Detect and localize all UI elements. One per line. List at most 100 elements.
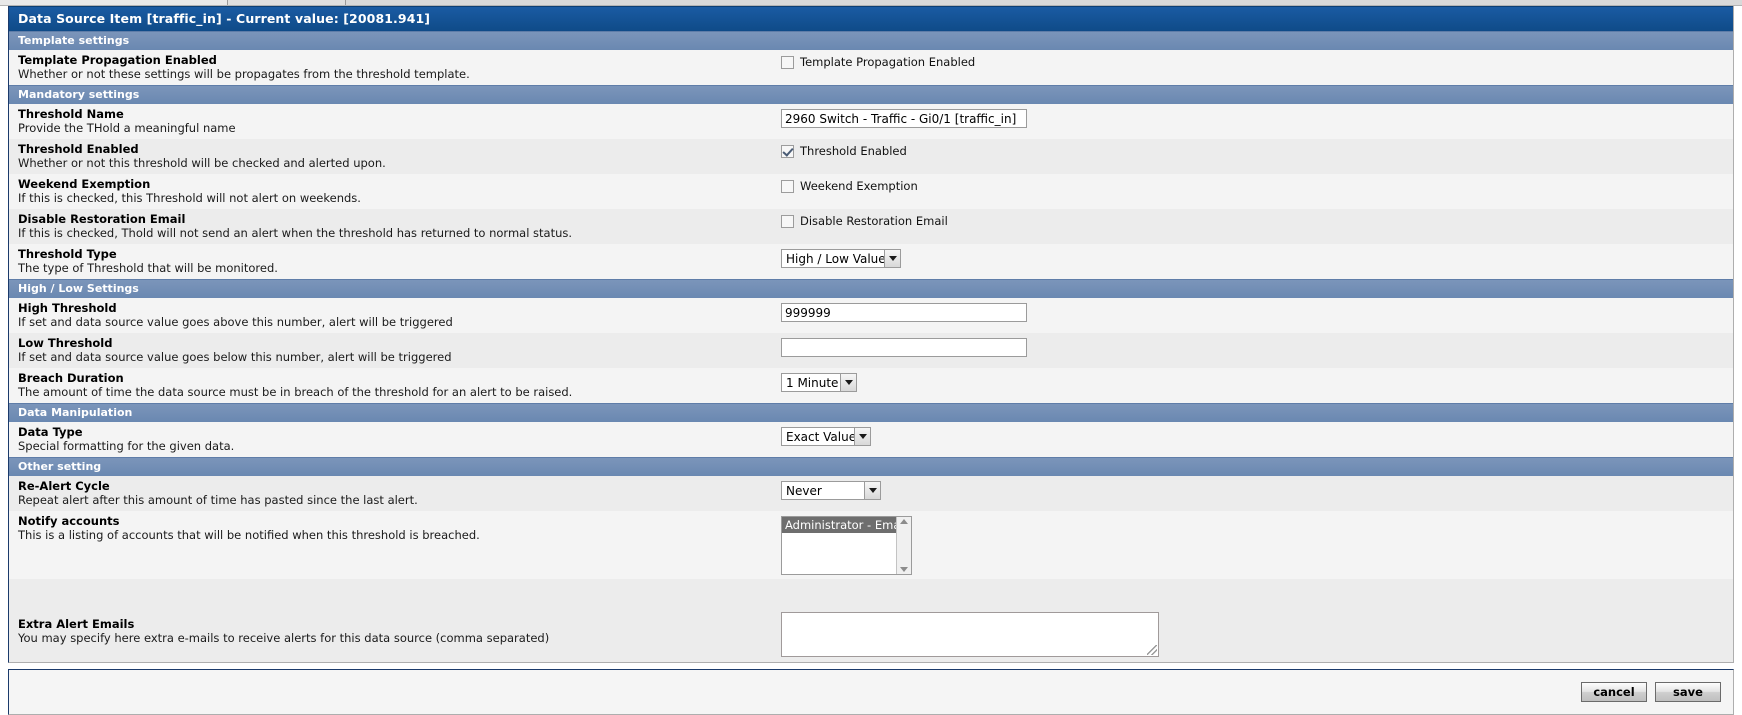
low-threshold-input[interactable] — [781, 338, 1027, 357]
label-threshold-enabled: Threshold Enabled Whether or not this th… — [9, 139, 781, 174]
checkbox-disable-restoration-email-box[interactable] — [781, 214, 794, 228]
label-high-threshold-title: High Threshold — [18, 301, 117, 315]
field-template-propagation: Template Propagation Enabled — [781, 50, 1733, 73]
label-extra-alert-emails-desc: You may specify here extra e-mails to re… — [18, 631, 550, 645]
row-threshold-enabled: Threshold Enabled Whether or not this th… — [9, 139, 1733, 174]
re-alert-cycle-select-value: Never — [786, 484, 822, 498]
checkbox-template-propagation-label: Template Propagation Enabled — [800, 55, 976, 69]
checkbox-weekend-exemption-box[interactable] — [781, 179, 794, 193]
label-re-alert-cycle-desc: Repeat alert after this amount of time h… — [18, 493, 418, 507]
row-weekend-exemption: Weekend Exemption If this is checked, th… — [9, 174, 1733, 209]
label-re-alert-cycle-title: Re-Alert Cycle — [18, 479, 110, 493]
section-header-template-settings: Template settings — [9, 31, 1733, 50]
checkbox-template-propagation-box[interactable] — [781, 55, 794, 69]
label-low-threshold-title: Low Threshold — [18, 336, 113, 350]
label-breach-duration-title: Breach Duration — [18, 371, 124, 385]
spacer-field-cell — [781, 579, 1733, 588]
checkbox-threshold-enabled-box[interactable] — [781, 144, 794, 158]
field-data-type: Exact Value — [781, 422, 1733, 450]
label-disable-restoration-email-desc: If this is checked, Thold will not send … — [18, 226, 573, 240]
chevron-down-icon[interactable] — [854, 428, 870, 445]
row-re-alert-cycle: Re-Alert Cycle Repeat alert after this a… — [9, 476, 1733, 511]
notify-accounts-listbox[interactable]: Administrator - Email — [781, 516, 912, 575]
row-breach-duration: Breach Duration The amount of time the d… — [9, 368, 1733, 403]
label-threshold-type: Threshold Type The type of Threshold tha… — [9, 244, 781, 279]
field-threshold-name — [781, 104, 1733, 132]
label-template-propagation-desc: Whether or not these settings will be pr… — [18, 67, 470, 81]
label-template-propagation: Template Propagation Enabled Whether or … — [9, 50, 781, 85]
section-header-other-setting: Other setting — [9, 457, 1733, 476]
high-threshold-input[interactable] — [781, 303, 1027, 322]
label-high-threshold: High Threshold If set and data source va… — [9, 298, 781, 333]
row-disable-restoration-email: Disable Restoration Email If this is che… — [9, 209, 1733, 244]
label-extra-alert-emails-title: Extra Alert Emails — [18, 617, 135, 631]
breach-duration-select[interactable]: 1 Minute — [781, 373, 857, 392]
resize-grip-icon[interactable] — [1147, 645, 1157, 655]
checkbox-disable-restoration-email[interactable]: Disable Restoration Email — [781, 214, 948, 228]
re-alert-cycle-select[interactable]: Never — [781, 481, 881, 500]
spacer-label-cell — [9, 579, 781, 587]
row-low-threshold: Low Threshold If set and data source val… — [9, 333, 1733, 368]
checkbox-threshold-enabled[interactable]: Threshold Enabled — [781, 144, 907, 158]
label-notify-accounts-desc: This is a listing of accounts that will … — [18, 528, 480, 542]
section-header-mandatory-settings-label: Mandatory settings — [18, 88, 140, 101]
list-item[interactable]: Administrator - Email — [782, 517, 896, 533]
page-title-text: Data Source Item [traffic_in] - Current … — [18, 11, 431, 26]
row-spacer — [9, 579, 1733, 606]
notify-accounts-scrollbar[interactable] — [896, 517, 911, 574]
row-extra-alert-emails: Extra Alert Emails You may specify here … — [9, 606, 1733, 662]
label-low-threshold: Low Threshold If set and data source val… — [9, 333, 781, 368]
label-re-alert-cycle: Re-Alert Cycle Repeat alert after this a… — [9, 476, 781, 511]
row-threshold-type: Threshold Type The type of Threshold tha… — [9, 244, 1733, 279]
browser-tab-1[interactable] — [0, 0, 228, 5]
label-template-propagation-title: Template Propagation Enabled — [18, 53, 217, 67]
chevron-down-icon[interactable] — [864, 482, 880, 499]
chevron-down-icon[interactable] — [840, 374, 856, 391]
label-high-threshold-desc: If set and data source value goes above … — [18, 315, 453, 329]
checkbox-weekend-exemption-label: Weekend Exemption — [800, 179, 918, 193]
extra-alert-emails-textarea[interactable] — [781, 612, 1159, 657]
page-title: Data Source Item [traffic_in] - Current … — [9, 6, 1733, 31]
label-notify-accounts: Notify accounts This is a listing of acc… — [9, 511, 781, 546]
form-footer: cancel save — [8, 669, 1734, 715]
label-weekend-exemption-title: Weekend Exemption — [18, 177, 151, 191]
row-threshold-name: Threshold Name Provide the THold a meani… — [9, 104, 1733, 139]
section-header-mandatory-settings: Mandatory settings — [9, 85, 1733, 104]
checkbox-disable-restoration-email-label: Disable Restoration Email — [800, 214, 948, 228]
section-header-template-settings-label: Template settings — [18, 34, 130, 47]
row-high-threshold: High Threshold If set and data source va… — [9, 298, 1733, 333]
scroll-up-icon[interactable] — [900, 519, 908, 524]
field-high-threshold — [781, 298, 1733, 326]
label-threshold-name-title: Threshold Name — [18, 107, 124, 121]
data-type-select[interactable]: Exact Value — [781, 427, 871, 446]
threshold-name-input[interactable] — [781, 109, 1027, 128]
save-button[interactable]: save — [1655, 682, 1721, 702]
label-breach-duration: Breach Duration The amount of time the d… — [9, 368, 781, 403]
label-disable-restoration-email: Disable Restoration Email If this is che… — [9, 209, 781, 244]
threshold-type-select-value: High / Low Values — [786, 252, 892, 266]
label-threshold-name-desc: Provide the THold a meaningful name — [18, 121, 236, 135]
checkbox-template-propagation[interactable]: Template Propagation Enabled — [781, 55, 975, 69]
threshold-type-select[interactable]: High / Low Values — [781, 249, 901, 268]
chevron-down-icon[interactable] — [884, 250, 900, 267]
page-container: Data Source Item [traffic_in] - Current … — [0, 6, 1742, 715]
scroll-down-icon[interactable] — [900, 567, 908, 572]
row-template-propagation: Template Propagation Enabled Whether or … — [9, 50, 1733, 85]
field-threshold-enabled: Threshold Enabled — [781, 139, 1733, 162]
checkbox-threshold-enabled-label: Threshold Enabled — [800, 144, 907, 158]
browser-tab-2[interactable] — [228, 0, 346, 5]
notify-accounts-listbox-items[interactable]: Administrator - Email — [782, 517, 896, 574]
cancel-button[interactable]: cancel — [1581, 682, 1647, 702]
section-header-high-low-settings-label: High / Low Settings — [18, 282, 139, 295]
checkbox-weekend-exemption[interactable]: Weekend Exemption — [781, 179, 918, 193]
label-threshold-name: Threshold Name Provide the THold a meani… — [9, 104, 781, 139]
field-threshold-type: High / Low Values — [781, 244, 1733, 272]
label-threshold-type-desc: The type of Threshold that will be monit… — [18, 261, 278, 275]
row-notify-accounts: Notify accounts This is a listing of acc… — [9, 511, 1733, 579]
label-weekend-exemption: Weekend Exemption If this is checked, th… — [9, 174, 781, 209]
label-data-type-desc: Special formatting for the given data. — [18, 439, 235, 453]
section-header-data-manipulation: Data Manipulation — [9, 403, 1733, 422]
label-threshold-type-title: Threshold Type — [18, 247, 117, 261]
label-extra-alert-emails: Extra Alert Emails You may specify here … — [9, 606, 781, 649]
label-notify-accounts-title: Notify accounts — [18, 514, 120, 528]
